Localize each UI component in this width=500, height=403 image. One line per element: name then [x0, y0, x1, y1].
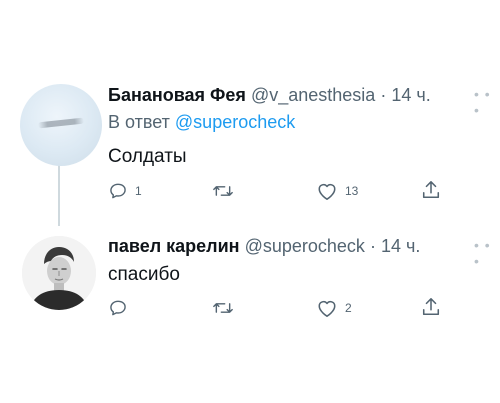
like-icon [318, 300, 336, 317]
like-count: 2 [345, 301, 352, 315]
tweet-text: Солдаты [108, 146, 187, 167]
like-icon [318, 183, 336, 200]
author-name[interactable]: павел карелин [108, 236, 240, 256]
separator-dot: · [369, 236, 376, 256]
like-button[interactable]: 13 [316, 181, 358, 201]
reply-context: В ответ @superocheck [108, 112, 295, 133]
more-icon[interactable]: • • • [474, 237, 500, 269]
more-icon[interactable]: • • • [474, 86, 500, 118]
avatar[interactable] [20, 84, 102, 166]
reply-icon [110, 183, 126, 199]
retweet-icon [213, 303, 233, 313]
author-handle[interactable]: @superocheck [245, 236, 365, 256]
tweet-header: павел карелин @superocheck · 14 ч. [108, 235, 420, 257]
retweet-button[interactable] [212, 298, 241, 318]
reply-button[interactable] [108, 298, 135, 318]
like-count: 13 [345, 184, 359, 198]
reply-count: 1 [135, 184, 142, 198]
tweet-time[interactable]: 14 ч. [381, 236, 420, 256]
avatar-photo-icon [22, 236, 96, 310]
thread-connector-line [58, 158, 60, 226]
author-name[interactable]: Банановая Фея [108, 85, 246, 105]
tweet-header: Банановая Фея @v_anesthesia · 14 ч. [108, 84, 431, 106]
reply-prefix: В ответ [108, 112, 170, 132]
share-icon [422, 298, 440, 316]
like-button[interactable]: 2 [316, 298, 352, 318]
tweet-time[interactable]: 14 ч. [391, 85, 430, 105]
retweet-button[interactable] [212, 181, 241, 201]
retweet-icon [213, 186, 233, 196]
tweet-text: спасибо [108, 264, 180, 285]
separator-dot: · [380, 85, 387, 105]
reply-button[interactable]: 1 [108, 181, 142, 201]
author-handle[interactable]: @v_anesthesia [251, 85, 375, 105]
share-icon [422, 181, 440, 199]
avatar[interactable] [22, 236, 96, 310]
reply-icon [110, 300, 126, 316]
reply-to-handle[interactable]: @superocheck [175, 112, 295, 132]
avatar-image-detail [37, 117, 85, 129]
share-button[interactable] [421, 296, 448, 318]
share-button[interactable] [421, 179, 448, 201]
